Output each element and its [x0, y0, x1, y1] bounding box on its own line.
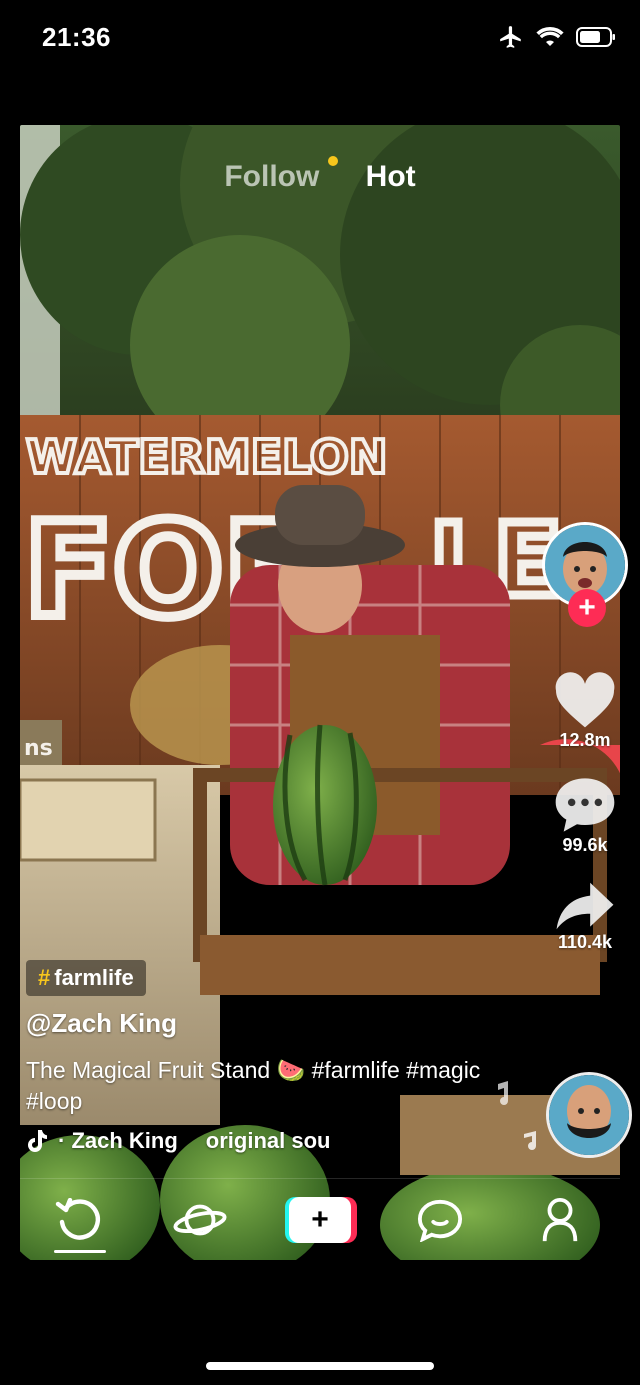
- like-button[interactable]: 12.8m: [553, 672, 617, 751]
- creator-username[interactable]: @Zach King: [26, 1008, 177, 1039]
- tab-follow[interactable]: Follow: [224, 156, 338, 193]
- tab-hot[interactable]: Hot: [366, 160, 416, 193]
- comment-count: 99.6k: [562, 835, 608, 855]
- share-count: 110.4k: [557, 932, 613, 952]
- plus-icon: +: [578, 591, 596, 624]
- music-notes-icon: [498, 1081, 536, 1150]
- inbox-icon: [417, 1199, 463, 1242]
- profile-icon: [542, 1197, 578, 1242]
- music-title: original sou: [205, 1128, 331, 1153]
- nav-discover[interactable]: [155, 1185, 245, 1255]
- hashtag-chip[interactable]: # farmlife: [26, 960, 146, 996]
- comment-icon: [555, 778, 615, 832]
- music-disc[interactable]: [546, 1072, 632, 1158]
- home-icon: [55, 1198, 100, 1240]
- active-indicator: [54, 1250, 106, 1253]
- wifi-icon: [536, 26, 564, 53]
- airplane-icon: [498, 24, 524, 55]
- tab-follow-label: Follow: [224, 160, 320, 193]
- nav-inbox[interactable]: [395, 1185, 485, 1255]
- feed-tabs: Follow Hot: [0, 156, 640, 194]
- discover-icon: [173, 1204, 227, 1236]
- nav-profile[interactable]: [515, 1185, 605, 1255]
- status-time: 21:36: [42, 22, 111, 52]
- heart-icon: [555, 672, 615, 728]
- home-indicator[interactable]: [206, 1362, 434, 1370]
- post-caption[interactable]: The Magical Fruit Stand 🍉 #farmlife #mag…: [26, 1055, 496, 1117]
- battery-icon: [576, 27, 616, 52]
- music-info[interactable]: · Zach King original sou: [26, 1128, 330, 1154]
- music-author: · Zach King: [58, 1128, 178, 1153]
- follow-creator-button[interactable]: +: [568, 589, 606, 627]
- tiktok-note-icon: [28, 1130, 47, 1152]
- nav-create[interactable]: +: [275, 1185, 365, 1255]
- create-button[interactable]: +: [285, 1197, 357, 1243]
- sign-watermelon: WATERMELON: [26, 430, 387, 484]
- status-icons: [498, 24, 616, 55]
- share-button[interactable]: 110.4k: [554, 880, 616, 953]
- action-rail: 12.8m 99.6k 110.4k: [540, 522, 630, 953]
- status-bar: 21:36: [0, 0, 640, 80]
- create-plus: +: [289, 1197, 351, 1243]
- bottom-nav: +: [20, 1178, 620, 1261]
- nav-home[interactable]: [35, 1185, 125, 1255]
- new-content-dot: [327, 156, 338, 166]
- hashtag-label: farmlife: [54, 965, 134, 990]
- box-sign: ns: [24, 736, 53, 761]
- share-icon: [556, 882, 614, 930]
- comment-button[interactable]: 99.6k: [553, 775, 617, 856]
- hashtag-symbol: #: [38, 965, 51, 990]
- like-count: 12.8m: [559, 730, 611, 750]
